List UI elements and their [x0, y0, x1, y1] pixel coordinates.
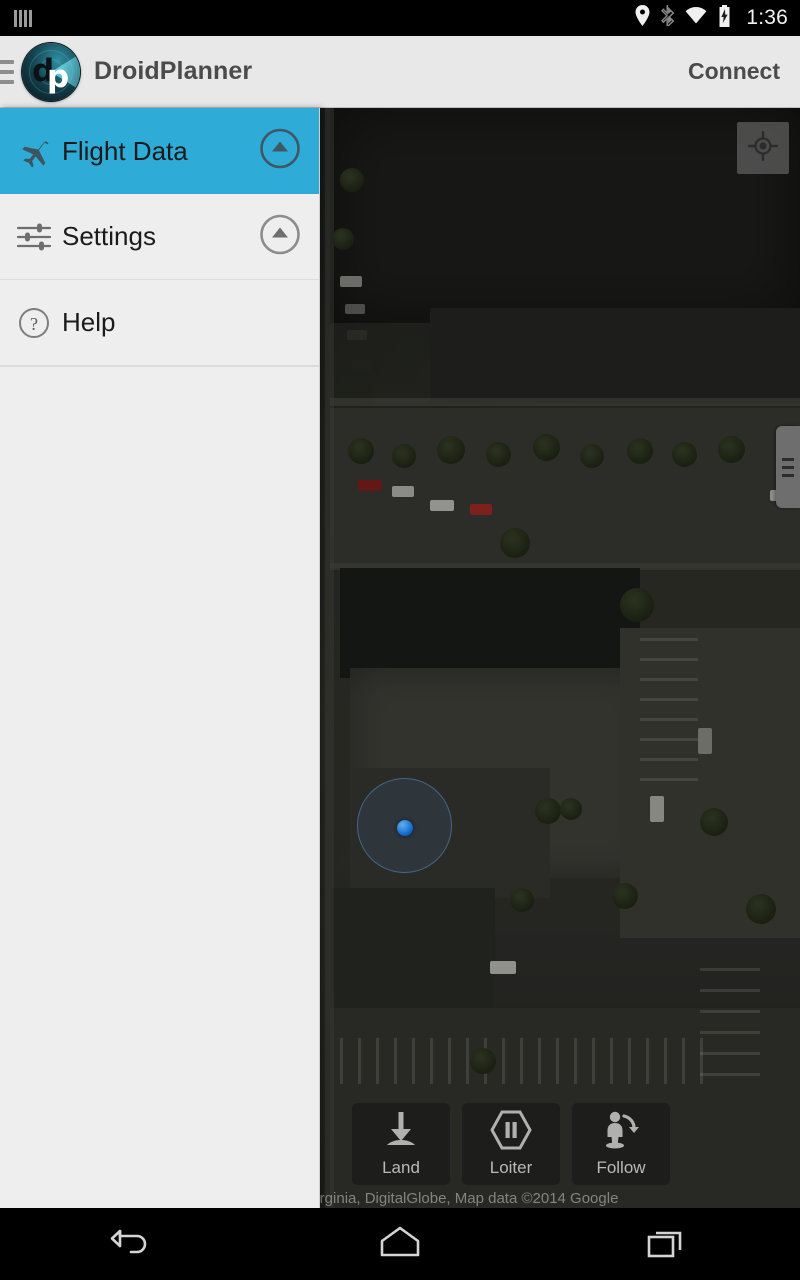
battery-charging-icon [718, 4, 731, 32]
land-label: Land [382, 1158, 420, 1177]
action-bar: d p DroidPlanner Connect [0, 36, 800, 108]
app-title: DroidPlanner [94, 57, 253, 85]
recent-apps-button[interactable] [607, 1208, 727, 1280]
connect-button[interactable]: Connect [682, 50, 786, 93]
android-status-bar: 1:36 [0, 0, 800, 36]
hexagon-pause-icon [490, 1110, 532, 1155]
location-pin-icon [635, 5, 650, 31]
wifi-icon [685, 7, 707, 29]
home-button[interactable] [340, 1208, 460, 1280]
circle-up-arrow-icon[interactable] [259, 128, 301, 175]
sliders-icon [12, 222, 56, 252]
svg-text:?: ? [30, 314, 38, 334]
sidebar-item-help[interactable]: ? Help [0, 280, 319, 366]
recents-icon [646, 1225, 688, 1264]
map-panel-drag-handle[interactable] [776, 426, 800, 508]
navigation-drawer: Flight Data Settings ? Help [0, 108, 320, 1208]
droidplanner-logo-icon: d p [22, 42, 80, 101]
drawer-divider [0, 366, 319, 367]
my-location-button[interactable] [737, 122, 789, 174]
gps-position-dot [397, 820, 413, 836]
app-root: 1:36 d p DroidPlanner Connect Land Loite… [0, 0, 800, 1280]
follow-label: Follow [596, 1158, 646, 1177]
follow-button[interactable]: Follow [572, 1103, 670, 1185]
land-arrow-icon [382, 1110, 420, 1155]
bluetooth-icon [661, 5, 675, 31]
loiter-button[interactable]: Loiter [462, 1103, 560, 1185]
loiter-label: Loiter [489, 1158, 533, 1177]
circle-up-arrow-icon[interactable] [259, 213, 301, 260]
android-navigation-bar [0, 1208, 800, 1280]
back-arrow-icon [110, 1225, 156, 1264]
sidebar-item-label: Flight Data [62, 135, 188, 166]
sidebar-item-flight-data[interactable]: Flight Data [0, 108, 319, 194]
land-button[interactable]: Land [352, 1103, 450, 1185]
hamburger-menu-icon[interactable] [0, 59, 14, 84]
sidebar-item-settings[interactable]: Settings [0, 194, 319, 280]
status-bar-clock: 1:36 [746, 6, 788, 29]
airplane-icon [12, 134, 56, 168]
status-bar-left [14, 9, 32, 27]
flight-mode-buttons: Land Loiter Follow [352, 1103, 670, 1185]
sidebar-item-label: Help [62, 307, 116, 337]
my-location-crosshair-icon [747, 130, 779, 166]
sidebar-item-label: Settings [62, 221, 156, 251]
back-button[interactable] [73, 1208, 193, 1280]
logo-letter-p: p [47, 58, 70, 95]
status-bar-right: 1:36 [635, 4, 788, 32]
person-follow-icon [599, 1110, 643, 1155]
home-icon [379, 1225, 421, 1264]
signal-bars-icon [14, 9, 32, 27]
question-mark-circle-icon: ? [12, 307, 56, 339]
